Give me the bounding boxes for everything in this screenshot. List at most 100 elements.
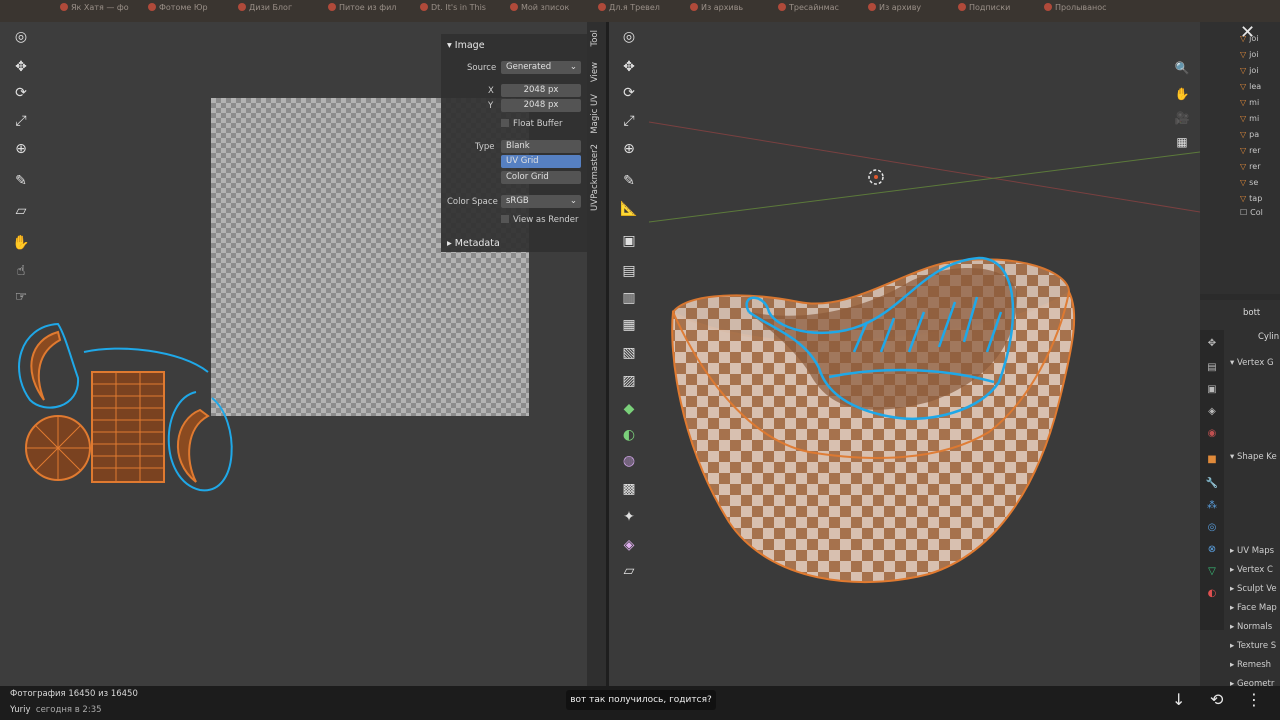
view-layer-tab-icon[interactable]: ◈	[1205, 404, 1219, 418]
render-tab-icon[interactable]: ▤	[1205, 360, 1219, 374]
transform-tool-icon[interactable]: ⊕	[618, 138, 640, 160]
tab-tool[interactable]: Tool	[590, 30, 600, 47]
rip-icon[interactable]: ▱	[618, 560, 640, 582]
browser-tab[interactable]: Подписки	[958, 3, 1036, 19]
scene-tab-icon[interactable]: ◉	[1205, 426, 1219, 440]
panel-face-maps[interactable]: ▸ Face Map	[1230, 603, 1277, 613]
panel-vertex-colors[interactable]: ▸ Vertex C	[1230, 565, 1273, 575]
camera-icon[interactable]: 🎥	[1170, 106, 1194, 130]
outliner-item[interactable]: ▽ lea	[1240, 82, 1261, 91]
mesh-data-tab-icon[interactable]: ▽	[1205, 564, 1219, 578]
uv-island-crescent-right[interactable]	[176, 408, 210, 483]
metadata-section-header[interactable]: ▸ Metadata	[447, 238, 500, 249]
poly-build-icon[interactable]: ◆	[618, 398, 640, 420]
uv-island-disc[interactable]	[25, 415, 91, 481]
transform-tool-icon[interactable]: ⊕	[10, 138, 32, 160]
grid-view-icon[interactable]: ▦	[1170, 130, 1194, 154]
view-as-render-checkbox[interactable]: View as Render	[501, 215, 578, 225]
output-tab-icon[interactable]: ▣	[1205, 382, 1219, 396]
photo-author[interactable]: Yuriy	[10, 705, 31, 715]
spin-icon[interactable]: ◐	[618, 424, 640, 446]
panel-normals[interactable]: ▸ Normals	[1230, 622, 1272, 632]
source-dropdown[interactable]: Generated ⌄	[501, 61, 581, 74]
panel-uv-maps[interactable]: ▸ UV Maps	[1230, 546, 1274, 556]
measure-tool-icon[interactable]: 📐	[618, 198, 640, 220]
type-option-uv-grid[interactable]: UV Grid	[501, 155, 581, 168]
bevel-icon[interactable]: ▦	[618, 314, 640, 336]
cursor-tool-icon[interactable]: ◎	[618, 26, 640, 48]
relax-tool-icon[interactable]: ✋	[10, 232, 32, 254]
browser-tab[interactable]: Тресайнмас	[778, 3, 862, 19]
physics-tab-icon[interactable]: ◎	[1205, 520, 1219, 534]
move-tool-icon[interactable]: ✥	[10, 56, 32, 78]
panel-sculpt-vertex[interactable]: ▸ Sculpt Ve	[1230, 584, 1277, 594]
more-options-icon[interactable]: ⋮	[1246, 690, 1262, 709]
outliner-item[interactable]: ▽ tap	[1240, 194, 1262, 203]
close-icon[interactable]: ✕	[1240, 22, 1255, 43]
zoom-icon[interactable]: 🔍	[1170, 56, 1194, 80]
modifier-tab-icon[interactable]: 🔧	[1205, 476, 1219, 490]
outliner-item[interactable]: ▽ joi	[1240, 50, 1259, 59]
panel-remesh[interactable]: ▸ Remesh	[1230, 660, 1271, 670]
uv-island-crescent-left[interactable]	[30, 330, 62, 401]
move-tool-icon[interactable]: ✥	[618, 56, 640, 78]
browser-tab[interactable]: Дл.я Тревел	[598, 3, 680, 19]
scale-tool-icon[interactable]: ⤢	[618, 110, 640, 132]
rotate-tool-icon[interactable]: ⟳	[10, 82, 32, 104]
extrude-icon[interactable]: ▤	[618, 260, 640, 282]
browser-tab[interactable]: Пролыванос	[1044, 3, 1128, 19]
pinch-tool-icon[interactable]: ☝	[10, 260, 32, 282]
object-tab-icon[interactable]: ■	[1205, 452, 1219, 466]
shrink-icon[interactable]: ✦	[618, 506, 640, 528]
outliner-item[interactable]: ▽ rer	[1240, 146, 1260, 155]
3d-cursor[interactable]	[868, 169, 884, 185]
rotate-icon[interactable]: ⟲	[1210, 690, 1223, 709]
particles-tab-icon[interactable]: ⁂	[1205, 498, 1219, 512]
outliner-item[interactable]: ▽ joi	[1240, 66, 1259, 75]
sample-tool-icon[interactable]: ☞	[10, 286, 32, 308]
hand-pan-icon[interactable]: ✋	[1170, 82, 1194, 106]
edge-slide-icon[interactable]: ▩	[618, 478, 640, 500]
color-space-dropdown[interactable]: sRGB ⌄	[501, 195, 581, 208]
tab-view[interactable]: View	[590, 62, 600, 82]
browser-tab[interactable]: Як Хатя — фо	[60, 3, 140, 19]
scale-tool-icon[interactable]: ⤢	[10, 110, 32, 132]
download-icon[interactable]: ↓	[1172, 690, 1185, 709]
constraint-tab-icon[interactable]: ⊗	[1205, 542, 1219, 556]
cursor-tool-icon[interactable]: ◎	[10, 26, 32, 48]
outliner-item[interactable]: ▽ rer	[1240, 162, 1260, 171]
mesh-name[interactable]: Cylin	[1258, 332, 1279, 342]
type-option-color-grid[interactable]: Color Grid	[501, 171, 581, 184]
outliner-item[interactable]: ▽ mi	[1240, 98, 1259, 107]
browser-tab[interactable]: Из архиву	[868, 3, 950, 19]
tool-tab-icon[interactable]: ✥	[1205, 336, 1219, 350]
browser-tab[interactable]: Дизи Блог	[238, 3, 318, 19]
loop-cut-icon[interactable]: ▧	[618, 342, 640, 364]
image-section-header[interactable]: ▾ Image	[447, 40, 485, 51]
float-buffer-checkbox[interactable]: Float Buffer	[501, 119, 563, 129]
grab-tool-icon[interactable]: ▱	[10, 200, 32, 222]
tab-magic-uv[interactable]: Magic UV	[590, 94, 600, 134]
panel-texture-space[interactable]: ▸ Texture S	[1230, 641, 1276, 651]
type-option-blank[interactable]: Blank	[501, 140, 581, 153]
uv-island-strip[interactable]	[91, 371, 165, 483]
smooth-icon[interactable]: ◍	[618, 450, 640, 472]
outliner-item[interactable]: ▽ se	[1240, 178, 1258, 187]
add-cube-icon[interactable]: ▣	[618, 230, 640, 252]
annotate-tool-icon[interactable]: ✎	[10, 170, 32, 192]
width-field[interactable]: 2048 px	[501, 84, 581, 97]
browser-tab[interactable]: Из архивь	[690, 3, 770, 19]
shear-icon[interactable]: ◈	[618, 534, 640, 556]
rotate-tool-icon[interactable]: ⟳	[618, 82, 640, 104]
annotate-tool-icon[interactable]: ✎	[618, 170, 640, 192]
panel-shape-keys[interactable]: ▾ Shape Ke	[1230, 452, 1277, 462]
knife-icon[interactable]: ▨	[618, 370, 640, 392]
inset-icon[interactable]: ▥	[618, 287, 640, 309]
browser-tab[interactable]: Dt. It's in This	[420, 3, 504, 19]
object-name[interactable]: bott	[1243, 308, 1260, 318]
tab-uvpackmaster[interactable]: UVPackmaster2	[590, 144, 600, 211]
uv-islands[interactable]	[0, 300, 260, 520]
material-tab-icon[interactable]: ◐	[1205, 586, 1219, 600]
outliner-item[interactable]: ▽ pa	[1240, 130, 1259, 139]
browser-tab[interactable]: Питое из фил	[328, 3, 412, 19]
